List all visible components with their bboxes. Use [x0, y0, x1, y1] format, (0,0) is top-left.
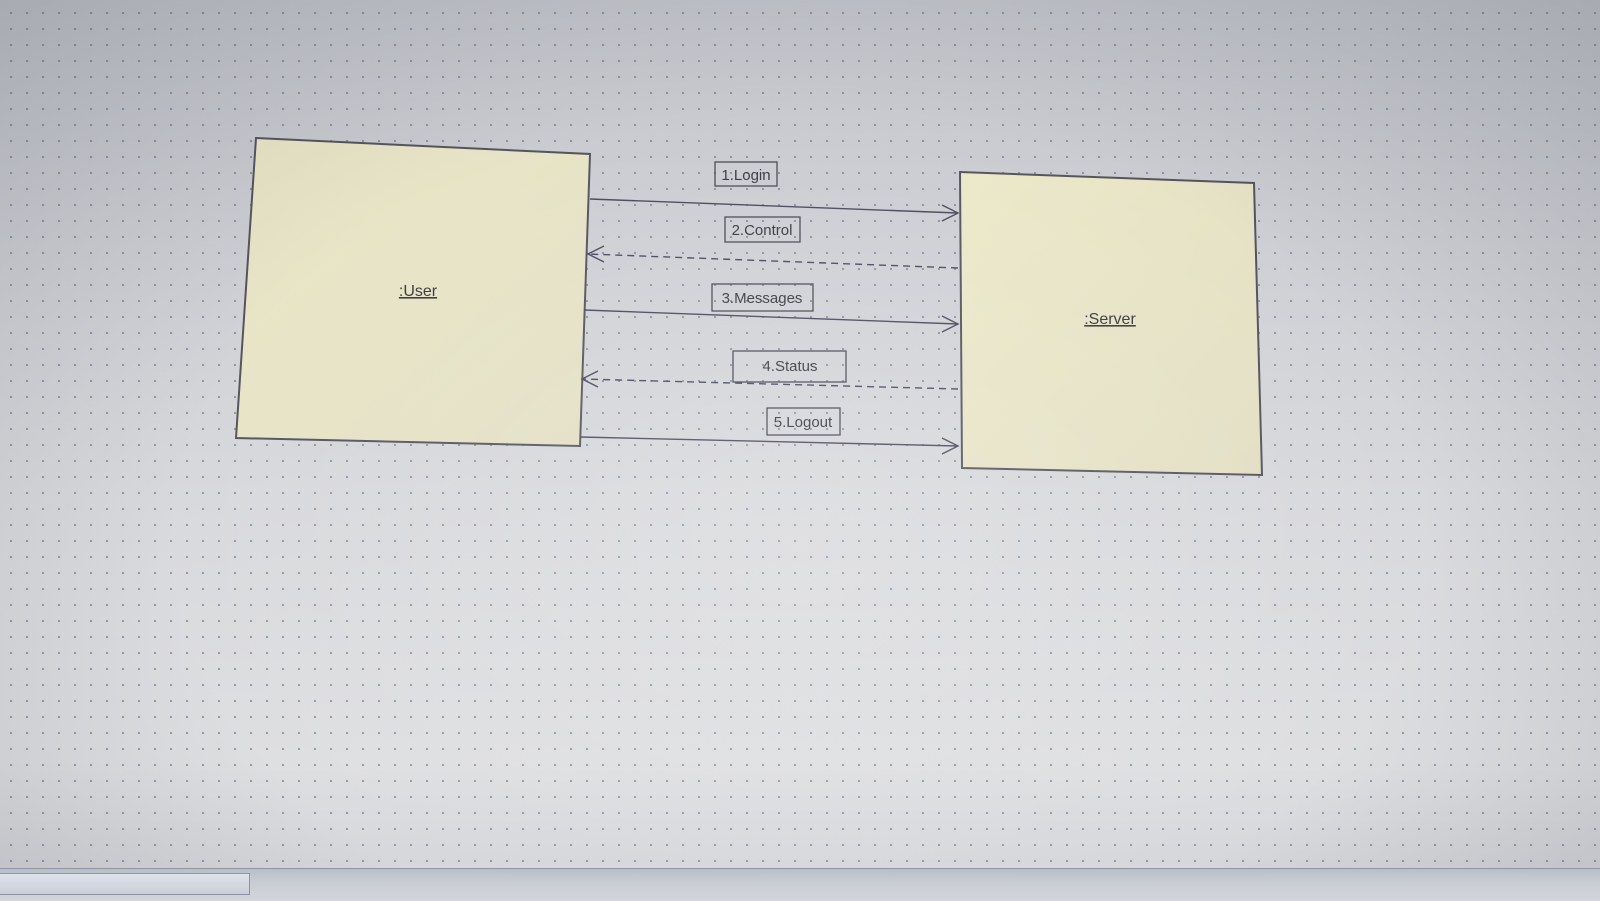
message-3[interactable]: 3.Messages — [583, 283, 960, 333]
scrollbar-thumb[interactable] — [0, 873, 250, 895]
message-2[interactable]: 2.Control — [586, 216, 959, 269]
message-4-line[interactable] — [581, 378, 959, 390]
object-user[interactable]: :User — [234, 136, 592, 448]
message-3-line[interactable] — [583, 309, 959, 325]
message-5-label: 5.Logout — [774, 414, 833, 431]
object-user-label: :User — [399, 283, 438, 300]
message-3-label: 3.Messages — [722, 290, 803, 307]
message-1-label: 1.Login — [721, 167, 770, 184]
message-2-label: 2.Control — [732, 222, 793, 239]
horizontal-scrollbar[interactable] — [0, 868, 1600, 901]
communication-diagram: :User :Server 1.Login 2.Control 3.Messag… — [234, 136, 1264, 477]
message-4-label: 4.Status — [762, 358, 817, 375]
message-5[interactable]: 5.Logout — [579, 407, 960, 455]
object-server[interactable]: :Server — [958, 170, 1264, 477]
message-5-line[interactable] — [579, 436, 959, 447]
object-server-label: :Server — [1084, 311, 1136, 328]
message-2-line[interactable] — [587, 253, 959, 269]
message-1-line[interactable] — [589, 198, 959, 214]
message-4[interactable]: 4.Status — [580, 350, 959, 390]
message-1[interactable]: 1.Login — [589, 161, 960, 222]
